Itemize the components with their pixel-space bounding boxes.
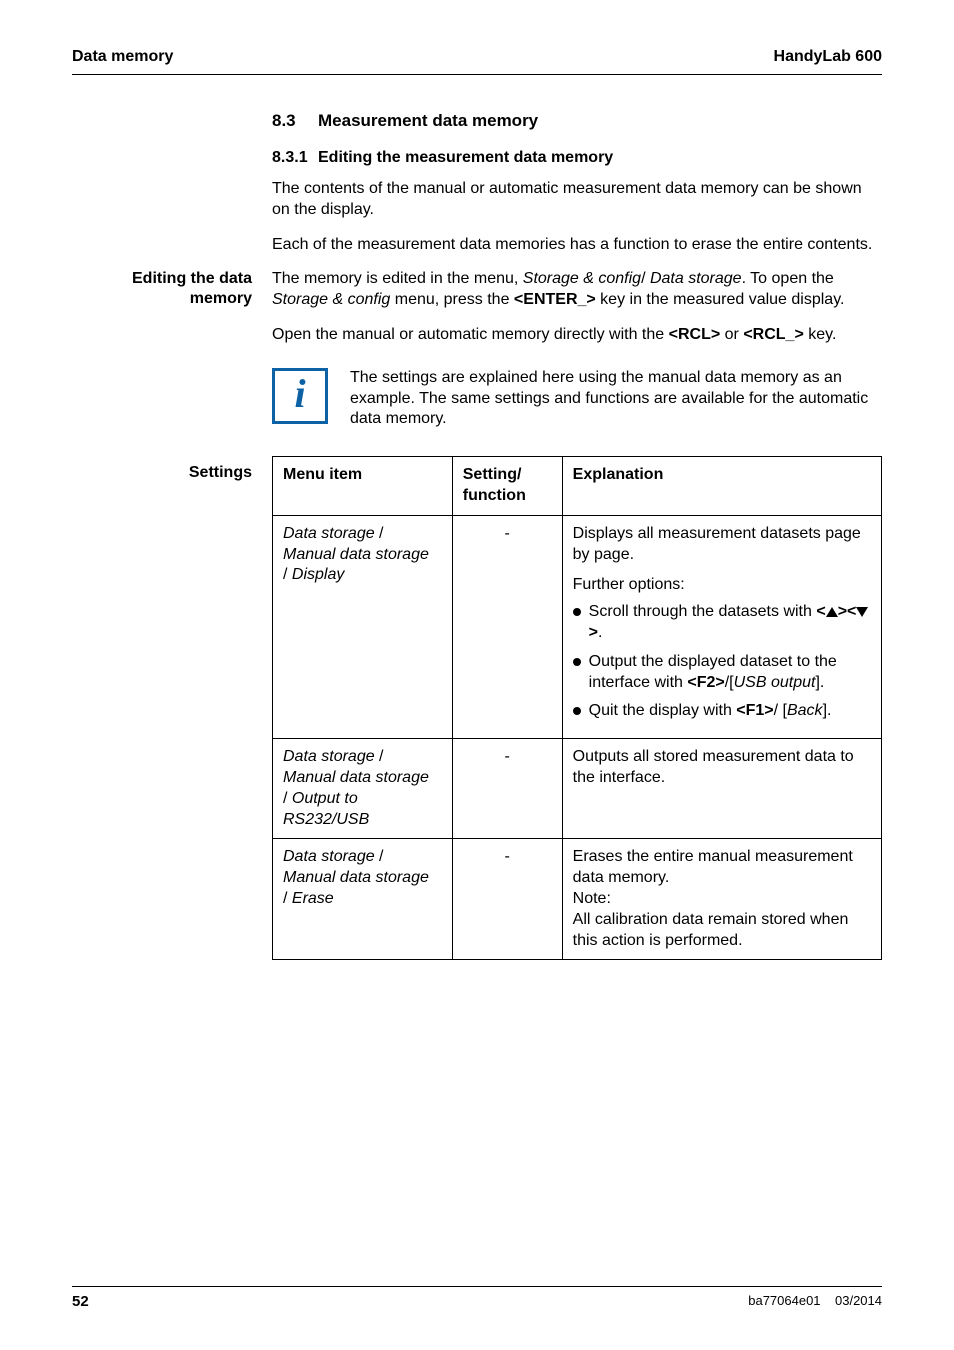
intro-paragraph-2: Each of the measurement data memories ha… (272, 235, 882, 256)
footer-rule (72, 1286, 882, 1287)
header-left: Data memory (72, 48, 173, 66)
th-setting: Setting/ function (452, 457, 562, 516)
cell-explanation: Erases the entire manual measurement dat… (562, 839, 881, 960)
down-icon (856, 607, 868, 617)
cell-setting: - (452, 839, 562, 960)
cell-explanation: Outputs all stored measurement data to t… (562, 739, 881, 839)
subsection-heading: 8.3.1Editing the measurement data memory (272, 149, 882, 167)
th-menu-item: Menu item (273, 457, 453, 516)
intro-paragraph-1: The contents of the manual or automatic … (272, 179, 882, 221)
cell-menu-item: Data storage / Manual data storage / Dis… (273, 515, 453, 738)
cell-setting: - (452, 739, 562, 839)
info-text: The settings are explained here using th… (350, 368, 882, 430)
editing-label: Editing the data memory (72, 269, 262, 309)
footer: 52 ba77064e01 03/2014 (72, 1286, 882, 1310)
th-explanation: Explanation (562, 457, 881, 516)
table-header-row: Menu item Setting/ function Explanation (273, 457, 882, 516)
info-icon: i (272, 368, 328, 424)
subsection-number: 8.3.1 (272, 149, 318, 167)
header-right: HandyLab 600 (774, 48, 882, 66)
cell-setting: - (452, 515, 562, 738)
list-item: Scroll through the datasets with <><>. (573, 602, 871, 644)
cell-menu-item: Data storage / Manual data storage / Era… (273, 839, 453, 960)
list-item: Quit the display with <F1>/ [Back]. (573, 701, 871, 722)
section-number: 8.3 (272, 111, 318, 131)
table-row: Data storage / Manual data storage / Dis… (273, 515, 882, 738)
cell-menu-item: Data storage / Manual data storage / Out… (273, 739, 453, 839)
header-rule (72, 74, 882, 75)
subsection-title: Editing the measurement data memory (318, 149, 613, 166)
info-note: i The settings are explained here using … (272, 368, 882, 430)
settings-table: Menu item Setting/ function Explanation … (272, 456, 882, 960)
section-title: Measurement data memory (318, 111, 538, 130)
settings-label: Settings (72, 464, 262, 482)
editing-paragraph-1: The memory is edited in the menu, Storag… (272, 269, 882, 311)
footer-doc: ba77064e01 (748, 1293, 820, 1308)
up-icon (826, 607, 838, 617)
table-row: Data storage / Manual data storage / Era… (273, 839, 882, 960)
page-number: 52 (72, 1293, 89, 1310)
footer-date: 03/2014 (835, 1293, 882, 1308)
table-row: Data storage / Manual data storage / Out… (273, 739, 882, 839)
section-heading: 8.3Measurement data memory (272, 111, 882, 131)
list-item: Output the displayed dataset to the inte… (573, 652, 871, 694)
editing-paragraph-2: Open the manual or automatic memory dire… (272, 325, 882, 346)
cell-explanation: Displays all measurement datasets page b… (562, 515, 881, 738)
